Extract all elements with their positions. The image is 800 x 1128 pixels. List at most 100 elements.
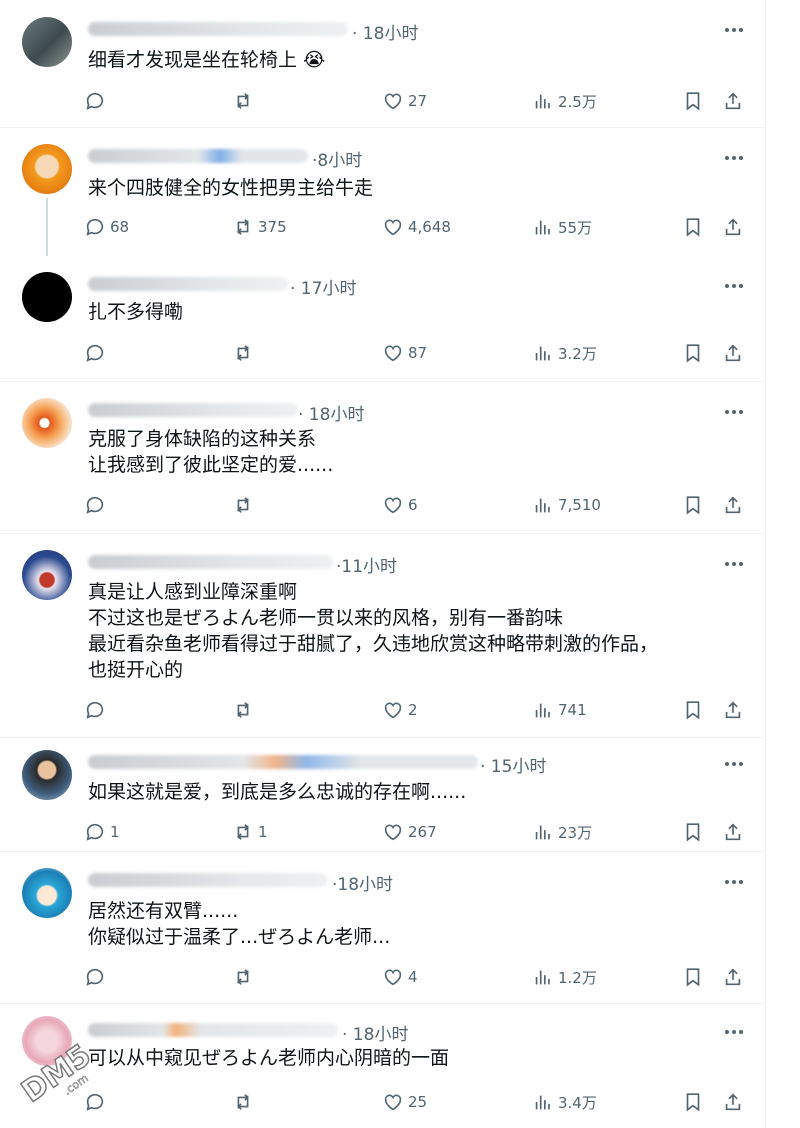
more-icon[interactable] (722, 1027, 746, 1037)
action-bar: 2 741 (84, 697, 754, 723)
bookmark-button[interactable] (682, 964, 704, 990)
bookmark-button[interactable] (682, 340, 704, 366)
more-icon[interactable] (722, 281, 746, 291)
post-time[interactable]: ·18小时 (332, 870, 393, 895)
action-bar: 4 1.2万 (84, 964, 754, 990)
views-button[interactable]: 7,510 (532, 492, 601, 518)
views-button[interactable]: 741 (532, 697, 587, 723)
bookmark-icon (682, 699, 704, 721)
share-button[interactable] (722, 964, 744, 990)
action-bar: 68 375 4,648 55万 (84, 214, 754, 240)
reply-post[interactable]: ·18小时 居然还有双臂...... 你疑似过于温柔了...ぜろよん老师... … (0, 852, 766, 1004)
bookmark-icon (682, 966, 704, 988)
reply-post[interactable]: ·11小时 真是让人感到业障深重啊 不过这也是ぜろよん老师一贯以来的风格，别有一… (0, 534, 766, 738)
reply-button[interactable] (84, 492, 110, 518)
reply-button[interactable] (84, 340, 110, 366)
post-time[interactable]: ·8小时 (312, 146, 362, 171)
avatar[interactable] (22, 272, 72, 322)
reply-post[interactable]: · 18小时 克服了身体缺陷的这种关系 让我感到了彼此坚定的爱...... 6 … (0, 382, 766, 534)
like-button[interactable]: 27 (382, 88, 427, 114)
share-button[interactable] (722, 697, 744, 723)
post-text: 细看才发现是坐在轮椅上 😭 (88, 47, 325, 73)
avatar[interactable] (22, 750, 72, 800)
more-icon[interactable] (722, 877, 746, 887)
post-time[interactable]: · 18小时 (352, 19, 418, 44)
like-icon (382, 821, 404, 843)
share-button[interactable] (722, 492, 744, 518)
repost-button[interactable] (232, 492, 258, 518)
more-icon[interactable] (722, 25, 746, 35)
post-text: 居然还有双臂...... 你疑似过于温柔了...ぜろよん老师... (88, 898, 390, 950)
more-icon[interactable] (722, 407, 746, 417)
dm5-watermark-logo: DM5 .com (15, 1037, 99, 1111)
avatar[interactable] (22, 17, 72, 67)
views-button[interactable]: 1.2万 (532, 964, 597, 990)
post-text-line: 真是让人感到业障深重啊 (88, 581, 298, 603)
post-text: 可以从中窥见ぜろよん老师内心阴暗的一面 (88, 1045, 449, 1071)
like-button[interactable]: 4 (382, 964, 418, 990)
reply-post[interactable]: · 17小时 扎不多得嘞 87 3.2万 (0, 256, 766, 382)
post-time[interactable]: ·11小时 (336, 552, 397, 577)
reply-button[interactable] (84, 964, 110, 990)
action-bar: 1 1 267 23万 (84, 819, 754, 845)
like-icon (382, 699, 404, 721)
more-icon[interactable] (722, 559, 746, 569)
like-button[interactable]: 4,648 (382, 214, 451, 240)
views-button[interactable]: 3.2万 (532, 340, 597, 366)
repost-button[interactable] (232, 1089, 258, 1115)
reply-button[interactable] (84, 88, 110, 114)
repost-count: 1 (258, 823, 268, 841)
post-time[interactable]: · 17小时 (290, 274, 356, 299)
reply-post[interactable]: ·8小时 来个四肢健全的女性把男主给牛走 68 375 4,648 55万 (0, 128, 766, 256)
reply-button[interactable]: 1 (84, 819, 120, 845)
post-time[interactable]: · 18小时 (342, 1020, 408, 1045)
avatar[interactable] (22, 550, 72, 600)
like-button[interactable]: 2 (382, 697, 418, 723)
share-button[interactable] (722, 1089, 744, 1115)
bookmark-button[interactable] (682, 214, 704, 240)
author-name-blurred (88, 149, 308, 163)
repost-button[interactable] (232, 340, 258, 366)
repost-button[interactable]: 375 (232, 214, 287, 240)
bookmark-button[interactable] (682, 1089, 704, 1115)
post-time[interactable]: · 18小时 (298, 400, 364, 425)
avatar[interactable] (22, 144, 72, 194)
bookmark-button[interactable] (682, 492, 704, 518)
share-button[interactable] (722, 88, 744, 114)
share-button[interactable] (722, 214, 744, 240)
bookmark-button[interactable] (682, 697, 704, 723)
reply-post[interactable]: · 18小时 可以从中窥见ぜろよん老师内心阴暗的一面 25 3.4万 (0, 1004, 766, 1128)
repost-icon (232, 494, 254, 516)
share-button[interactable] (722, 340, 744, 366)
share-button[interactable] (722, 819, 744, 845)
views-button[interactable]: 3.4万 (532, 1089, 597, 1115)
views-count: 1.2万 (558, 968, 597, 987)
more-icon[interactable] (722, 759, 746, 769)
repost-icon (232, 966, 254, 988)
bookmark-button[interactable] (682, 819, 704, 845)
like-count: 2 (408, 701, 418, 719)
share-icon (722, 90, 744, 112)
reply-post[interactable]: · 18小时 细看才发现是坐在轮椅上 😭 27 2.5万 (0, 0, 766, 128)
avatar[interactable] (22, 398, 72, 448)
reply-button[interactable]: 68 (84, 214, 129, 240)
reply-post[interactable]: · 15小时 如果这就是爱，到底是多么忠诚的存在啊...... 1 1 267 … (0, 738, 766, 852)
like-button[interactable]: 25 (382, 1089, 427, 1115)
avatar[interactable] (22, 868, 72, 918)
post-time[interactable]: · 15小时 (480, 752, 546, 777)
more-icon[interactable] (722, 153, 746, 163)
like-button[interactable]: 87 (382, 340, 427, 366)
like-count: 6 (408, 496, 418, 514)
views-button[interactable]: 23万 (532, 819, 592, 845)
views-button[interactable]: 2.5万 (532, 88, 597, 114)
repost-button[interactable]: 1 (232, 819, 268, 845)
repost-icon (232, 699, 254, 721)
repost-button[interactable] (232, 697, 258, 723)
views-button[interactable]: 55万 (532, 214, 592, 240)
repost-button[interactable] (232, 88, 258, 114)
repost-button[interactable] (232, 964, 258, 990)
like-button[interactable]: 6 (382, 492, 418, 518)
reply-button[interactable] (84, 697, 110, 723)
like-button[interactable]: 267 (382, 819, 437, 845)
bookmark-button[interactable] (682, 88, 704, 114)
